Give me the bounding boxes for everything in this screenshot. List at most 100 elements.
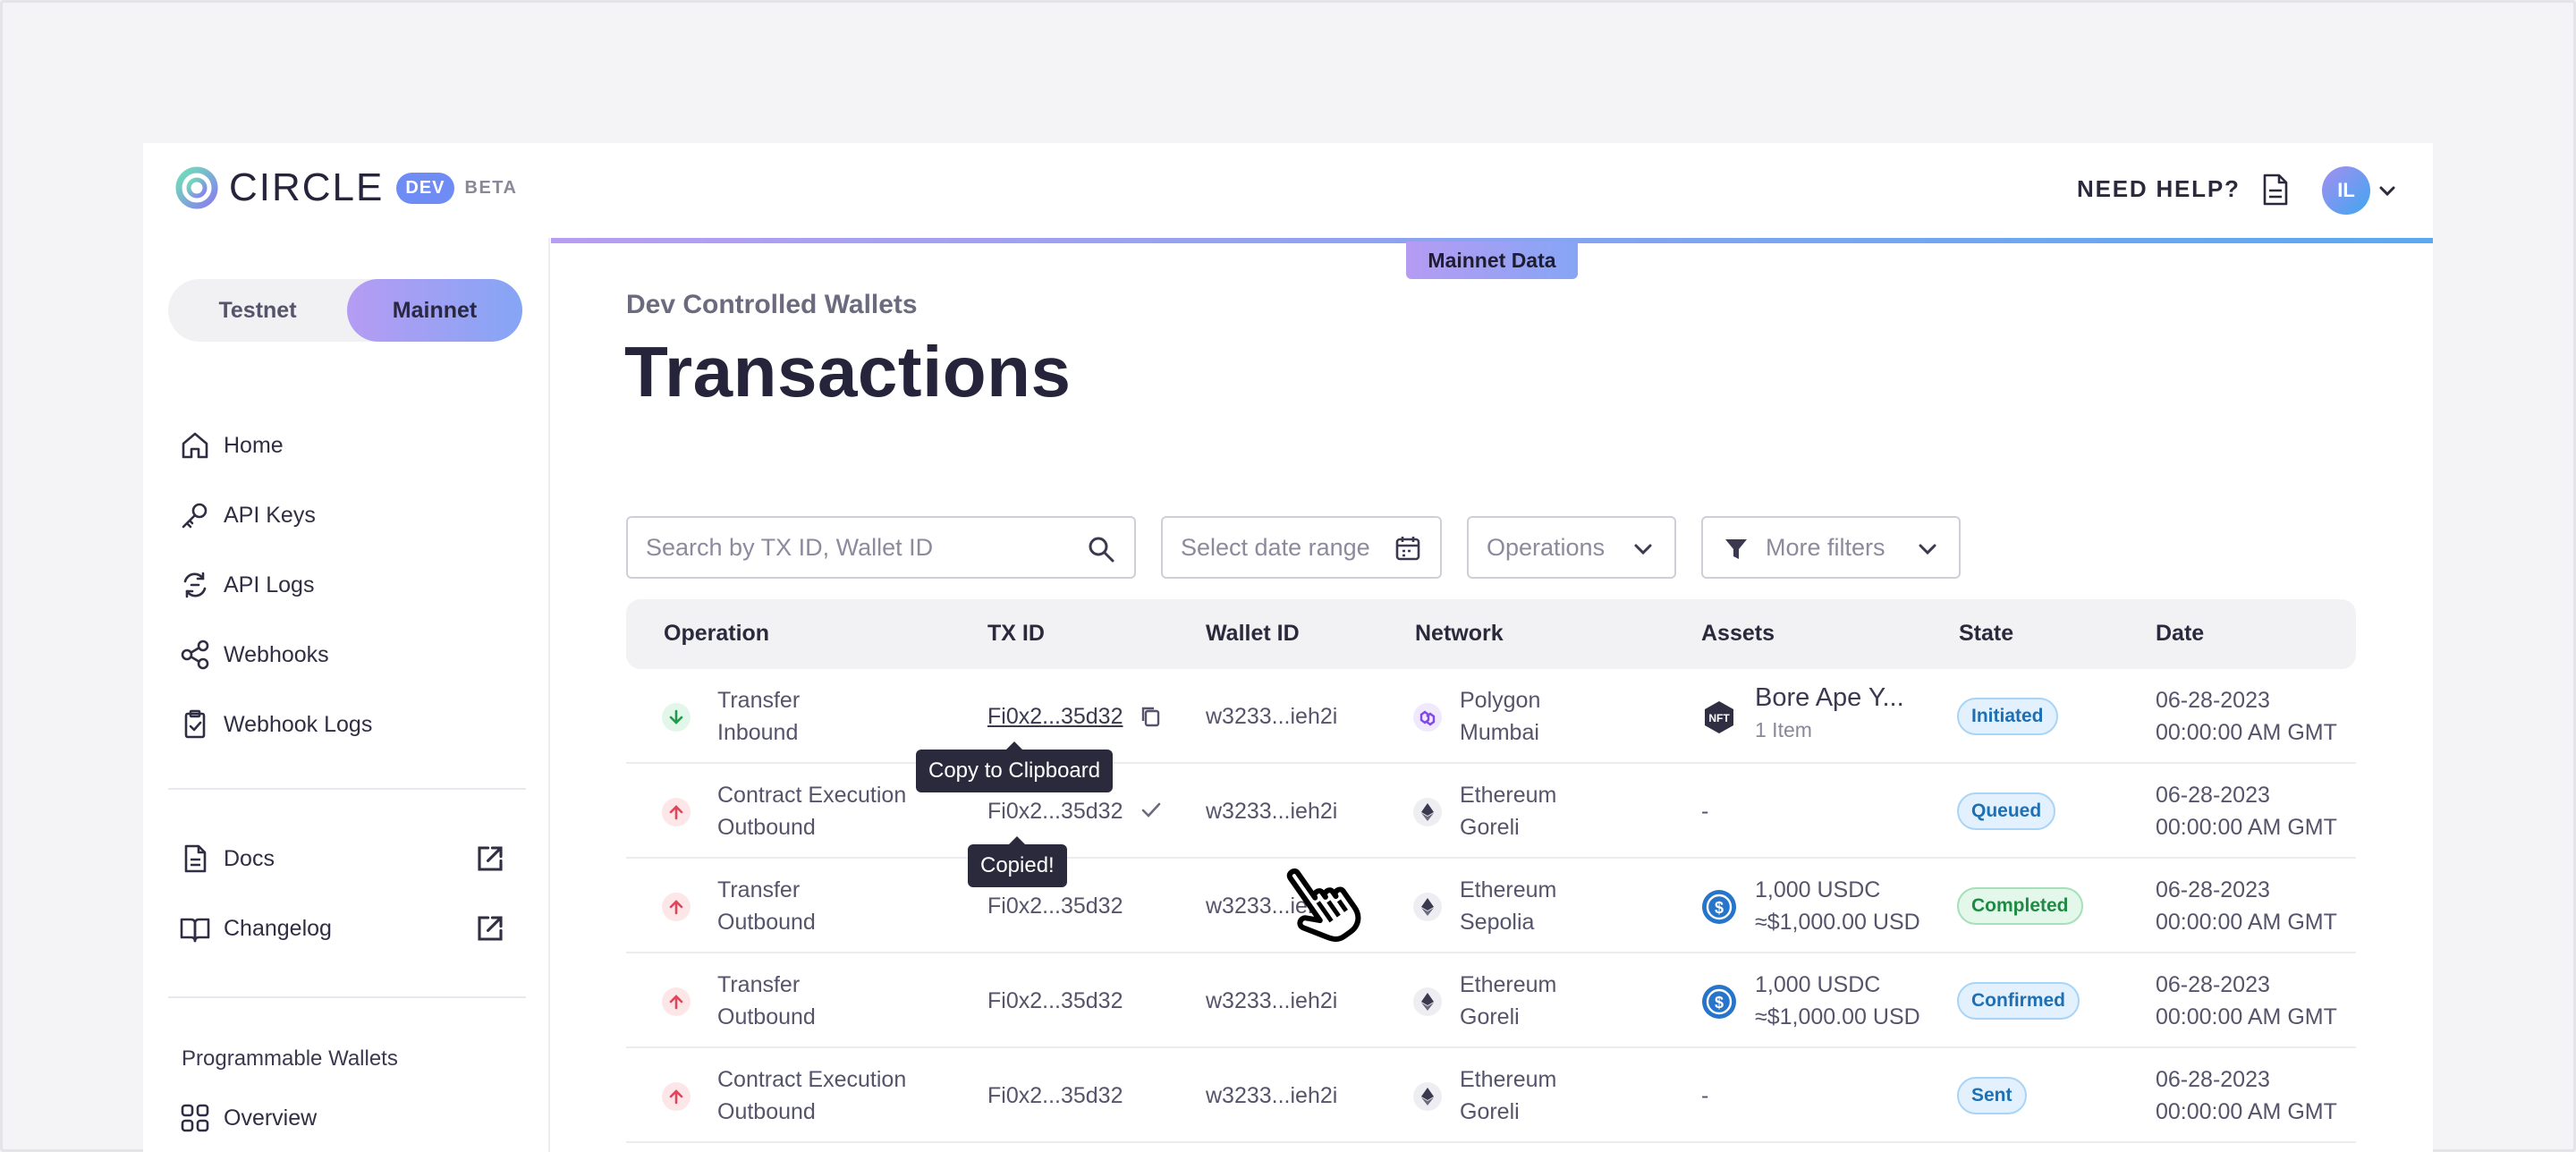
sidebar-item-api-logs[interactable]: API Logs (179, 565, 519, 605)
nft-icon: NFT (1705, 701, 1733, 733)
column-header-tx-id[interactable]: TX ID (987, 621, 1045, 647)
tx-id[interactable]: Fi0x2...35d32 (987, 890, 1123, 922)
sidebar-divider (168, 788, 526, 790)
sidebar: Testnet Mainnet Home API Keys API Logs W… (143, 238, 550, 1152)
sidebar-item-overview[interactable]: Overview (179, 1098, 519, 1138)
network-name: Ethereum (1460, 783, 1557, 808)
date-value: 06-28-2023 (2156, 688, 2270, 713)
date-cell: 06-28-2023 00:00:00 AM GMT (2156, 1063, 2337, 1128)
top-bar: CIRCLE DEV BETA NEED HELP? IL (143, 143, 2433, 238)
need-help-link[interactable]: NEED HELP? (2077, 175, 2241, 203)
book-icon (180, 918, 210, 943)
clipboard-icon (184, 709, 206, 739)
status-badge: Queued (1957, 792, 2056, 830)
document-icon[interactable] (2256, 170, 2295, 209)
date-range-placeholder: Select date range (1181, 533, 1370, 561)
column-header-date[interactable]: Date (2156, 621, 2204, 647)
tx-id[interactable]: Fi0x2...35d32 (987, 985, 1123, 1017)
wallet-id[interactable]: w3233...ieh2i (1206, 985, 1337, 1017)
column-header-operation[interactable]: Operation (664, 621, 769, 647)
ethereum-icon (1413, 1082, 1442, 1111)
asset-name: 1,000 USDC (1755, 972, 1881, 997)
network-cell: Ethereum Goreli (1460, 1063, 1556, 1128)
circle-logo[interactable]: CIRCLE DEV BETA (174, 165, 517, 211)
tx-id[interactable]: Fi0x2...35d32 (987, 795, 1123, 827)
status-badge: Confirmed (1957, 982, 2080, 1020)
date-value: 06-28-2023 (2156, 877, 2270, 902)
operation-direction: Outbound (717, 1004, 816, 1029)
date-value: 06-28-2023 (2156, 1067, 2270, 1092)
arrow-up-outbound-icon (662, 798, 691, 826)
page-title: Transactions (624, 332, 1072, 411)
network-cell: Ethereum Goreli (1460, 779, 1556, 843)
network-sub: Goreli (1460, 1099, 1520, 1124)
network-cell: Polygon Mumbai (1460, 684, 1540, 749)
more-filters-label: More filters (1766, 533, 1885, 561)
copy-icon[interactable] (1140, 705, 1161, 728)
tx-id-link[interactable]: Fi0x2...35d32 (987, 700, 1123, 733)
operations-dropdown[interactable]: Operations (1467, 516, 1676, 579)
arrow-up-outbound-icon (662, 987, 691, 1016)
date-range-picker[interactable]: Select date range (1161, 516, 1442, 579)
testnet-toggle-button[interactable]: Testnet (168, 279, 347, 342)
date-cell: 06-28-2023 00:00:00 AM GMT (2156, 874, 2337, 938)
sidebar-item-label: Overview (224, 1105, 318, 1131)
network-name: Polygon (1460, 688, 1541, 713)
sidebar-item-webhooks[interactable]: Webhooks (179, 635, 519, 674)
operation-type: Transfer (717, 877, 801, 902)
search-icon[interactable] (1086, 534, 1116, 564)
sidebar-item-changelog[interactable]: Changelog (179, 909, 519, 948)
tx-id[interactable]: Fi0x2...35d32 (987, 1080, 1123, 1112)
sidebar-item-api-keys[interactable]: API Keys (179, 496, 519, 535)
sidebar-item-webhook-logs[interactable]: Webhook Logs (179, 705, 519, 744)
mainnet-data-tag: Mainnet Data (1406, 241, 1578, 279)
wallet-id[interactable]: w3233...ieh2i (1206, 1080, 1337, 1112)
table-row[interactable]: Transfer Inbound Fi0x2...35d32 w3233...i… (626, 669, 2356, 764)
column-header-assets[interactable]: Assets (1701, 621, 1775, 647)
operation-cell: Contract Execution Outbound (717, 1063, 906, 1128)
column-header-state[interactable]: State (1959, 621, 2013, 647)
operation-cell: Transfer Outbound (717, 874, 816, 938)
chevron-down-icon[interactable] (2376, 179, 2399, 202)
status-badge: Sent (1957, 1077, 2027, 1114)
column-header-network[interactable]: Network (1415, 621, 1504, 647)
mainnet-toggle-button[interactable]: Mainnet (347, 279, 522, 342)
avatar[interactable]: IL (2322, 166, 2370, 215)
operation-direction: Outbound (717, 910, 816, 935)
wallet-id[interactable]: w3233...ieh2i (1206, 700, 1337, 733)
wallet-id[interactable]: w3233...ieh2i (1206, 795, 1337, 827)
table-row[interactable]: Transfer Outbound Fi0x2...35d32 w3233...… (626, 953, 2356, 1048)
network-sub: Sepolia (1460, 910, 1535, 935)
table-row[interactable]: Transfer Outbound Fi0x2...35d32 w3233...… (626, 859, 2356, 953)
operation-type: Transfer (717, 688, 801, 713)
operation-type: Contract Execution (717, 1067, 907, 1092)
operation-direction: Inbound (717, 720, 799, 745)
table-row[interactable]: Contract Execution Outbound Fi0x2...35d3… (626, 764, 2356, 859)
table-row[interactable]: Contract Execution Outbound Fi0x2...35d3… (626, 1048, 2356, 1143)
network-toggle: Testnet Mainnet (168, 279, 522, 342)
breadcrumb[interactable]: Dev Controlled Wallets (626, 290, 918, 320)
operation-direction: Outbound (717, 1099, 816, 1124)
column-header-wallet-id[interactable]: Wallet ID (1206, 621, 1300, 647)
time-value: 00:00:00 AM GMT (2156, 910, 2337, 935)
network-name: Ethereum (1460, 972, 1557, 997)
sidebar-item-docs[interactable]: Docs (179, 839, 519, 878)
asset-name: - (1701, 799, 1709, 824)
home-icon (182, 432, 208, 459)
sidebar-item-home[interactable]: Home (179, 426, 519, 465)
date-cell: 06-28-2023 00:00:00 AM GMT (2156, 969, 2337, 1033)
copied-tooltip: Copied! (968, 836, 1067, 887)
chevron-down-icon (1634, 544, 1652, 555)
network-cell: Ethereum Sepolia (1460, 874, 1556, 938)
more-filters-dropdown[interactable]: More filters (1701, 516, 1961, 579)
ethereum-icon (1413, 893, 1442, 921)
search-input[interactable]: Search by TX ID, Wallet ID (626, 516, 1136, 579)
sidebar-item-label: Home (224, 432, 284, 458)
external-link-icon (478, 846, 503, 871)
time-value: 00:00:00 AM GMT (2156, 815, 2337, 840)
svg-text:NFT: NFT (1708, 712, 1730, 724)
date-value: 06-28-2023 (2156, 783, 2270, 808)
checkmark-icon (1141, 802, 1161, 817)
time-value: 00:00:00 AM GMT (2156, 720, 2337, 745)
asset-cell: 1,000 USDC ≈$1,000.00 USD (1755, 969, 1920, 1033)
